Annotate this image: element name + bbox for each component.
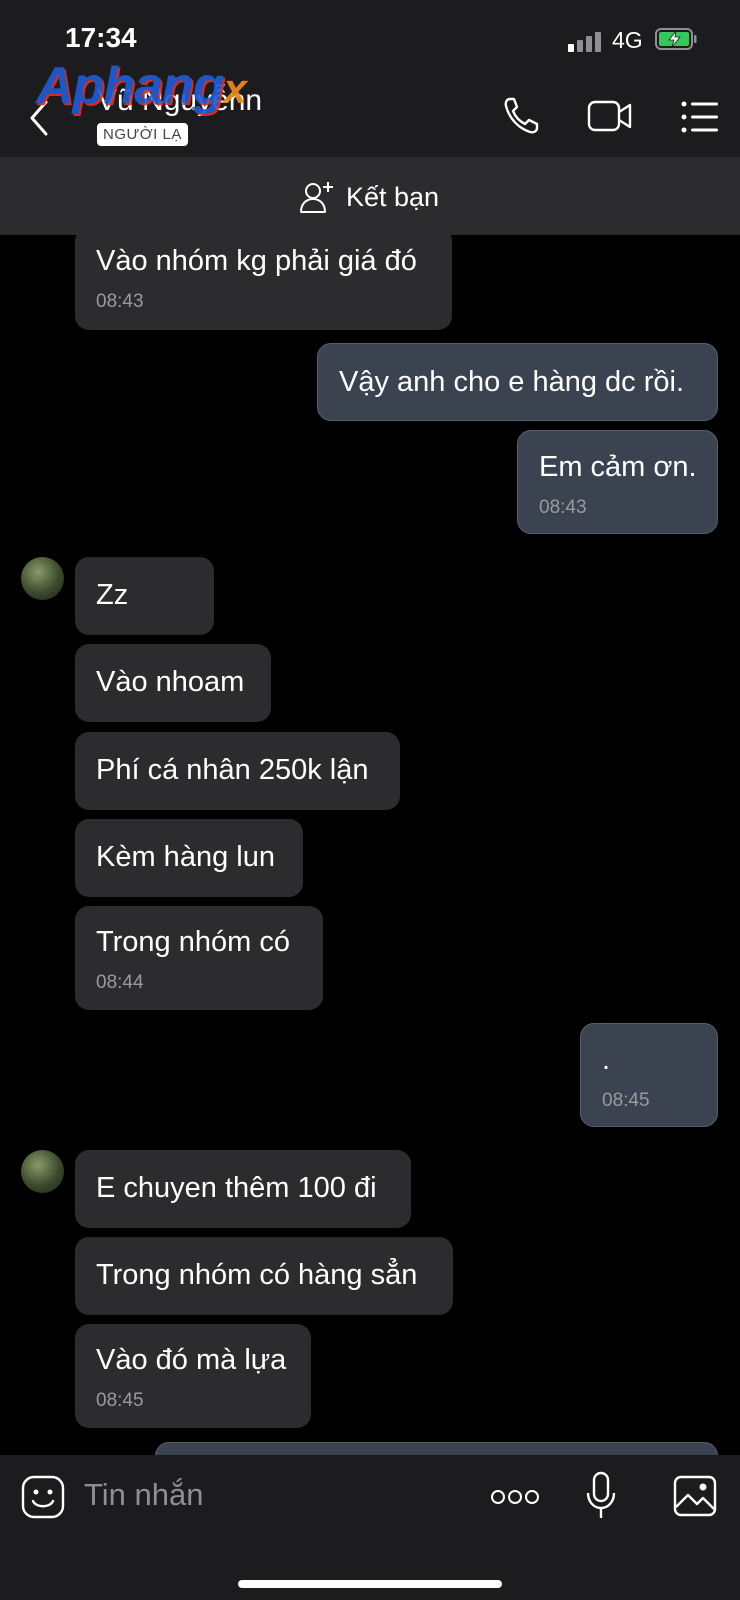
message-bubble-incoming[interactable]: Vào đó mà lựa 08:45 xyxy=(75,1324,311,1428)
message-bubble-incoming[interactable]: Trong nhóm có 08:44 xyxy=(75,906,323,1010)
signal-icon xyxy=(568,30,604,52)
battery-charging-icon xyxy=(655,28,697,50)
stranger-badge: NGƯỜI LẠ xyxy=(97,123,188,146)
add-friend-bar[interactable]: Kết bạn xyxy=(0,158,740,235)
message-input[interactable]: Tin nhắn xyxy=(84,1477,204,1513)
contact-avatar[interactable] xyxy=(21,1150,64,1193)
message-bubble-incoming[interactable]: Kèm hàng lun xyxy=(75,819,303,897)
message-bubble-incoming[interactable]: E chuyen thêm 100 đi xyxy=(75,1150,411,1228)
message-input-bar: Tin nhắn xyxy=(0,1455,740,1600)
add-friend-button[interactable]: Kết bạn xyxy=(300,180,439,214)
message-bubble-outgoing[interactable]: . 08:45 xyxy=(580,1023,718,1127)
message-bubble-incoming[interactable]: Vào nhoam xyxy=(75,644,271,722)
message-bubble-incoming[interactable]: Phí cá nhân 250k lận xyxy=(75,732,400,810)
phone-icon[interactable] xyxy=(502,96,540,136)
add-user-icon xyxy=(300,182,333,213)
status-time: 17:34 xyxy=(65,22,137,53)
gallery-icon[interactable] xyxy=(673,1475,717,1517)
message-bubble-outgoing[interactable]: Em cảm ơn. 08:43 xyxy=(517,430,718,534)
message-bubble-outgoing-partial[interactable] xyxy=(155,1442,718,1455)
watermark-logo: Aphangx xyxy=(36,57,247,115)
network-label: 4G xyxy=(612,27,643,53)
video-call-icon[interactable] xyxy=(587,98,633,134)
contact-avatar[interactable] xyxy=(21,557,64,600)
microphone-icon[interactable] xyxy=(585,1471,617,1521)
message-list[interactable]: Vào nhóm kg phải giá đó 08:43 Vậy anh ch… xyxy=(0,235,740,1455)
chat-header: Vũ Nguyễnn Aphangx NGƯỜI LẠ xyxy=(0,57,740,158)
add-friend-label: Kết bạn xyxy=(346,181,440,212)
home-indicator xyxy=(238,1580,502,1588)
message-bubble-incoming[interactable]: Zz xyxy=(75,557,214,635)
message-bubble-outgoing[interactable]: Vậy anh cho e hàng dc rồi. xyxy=(317,343,718,421)
more-options-icon[interactable] xyxy=(490,1487,540,1507)
menu-icon[interactable] xyxy=(681,100,719,134)
sticker-icon[interactable] xyxy=(21,1475,65,1519)
message-bubble-incoming[interactable]: Vào nhóm kg phải giá đó 08:43 xyxy=(75,235,452,330)
message-bubble-incoming[interactable]: Trong nhóm có hàng sẳn xyxy=(75,1237,453,1315)
